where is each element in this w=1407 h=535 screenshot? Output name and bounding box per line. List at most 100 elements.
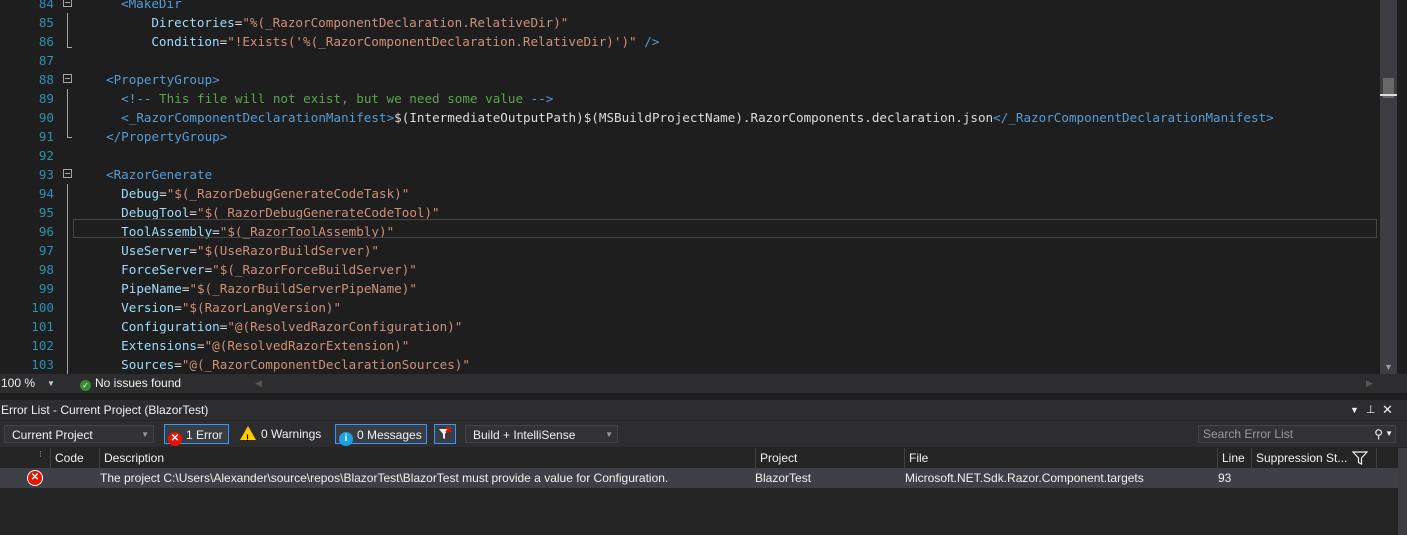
code-line[interactable]: 101 Configuration="@(ResolvedRazorConfig… xyxy=(0,317,1380,336)
collapse-toggle-icon[interactable] xyxy=(63,169,72,178)
column-filter-icon[interactable] xyxy=(1352,451,1368,465)
zoom-dropdown[interactable]: 100 % ▼ xyxy=(0,374,58,393)
code-token: = xyxy=(159,186,167,201)
sort-indicator-icon: ⁝ xyxy=(39,449,42,459)
code-line[interactable]: 102 Extensions="@(ResolvedRazorExtension… xyxy=(0,336,1380,355)
line-number: 95 xyxy=(38,205,54,220)
code-token: MakeDir xyxy=(128,0,182,11)
code-line[interactable]: 100 Version="$(RazorLangVersion)" xyxy=(0,298,1380,317)
pin-icon[interactable]: ⊥ xyxy=(1366,400,1376,420)
search-icon[interactable]: ⚲ xyxy=(1374,426,1383,442)
code-line[interactable]: 84 <MakeDir xyxy=(0,0,1380,13)
column-header-suppression-state[interactable]: Suppression St... xyxy=(1251,448,1376,468)
code-line[interactable]: 103 Sources="@(_RazorComponentDeclaratio… xyxy=(0,355,1380,374)
messages-toggle-button[interactable]: i 0 Messages xyxy=(335,424,427,446)
scroll-right-arrow-icon[interactable]: ▶ xyxy=(1366,374,1373,393)
column-header-code[interactable]: Code xyxy=(50,448,100,468)
code-token: "$(_RazorBuildServerPipeName)" xyxy=(189,281,417,296)
error-list-scrollbar[interactable] xyxy=(1398,448,1407,535)
current-line-highlight xyxy=(73,219,1377,238)
table-row[interactable]: The project C:\Users\Alexander\source\re… xyxy=(0,468,1398,488)
check-circle-icon: ✓ xyxy=(80,380,91,391)
column-label: Line xyxy=(1222,451,1245,465)
clear-filter-button[interactable] xyxy=(434,424,456,444)
line-number: 84 xyxy=(38,0,54,11)
line-number: 92 xyxy=(38,148,54,163)
line-number: 94 xyxy=(38,186,54,201)
line-number: 99 xyxy=(38,281,54,296)
code-line[interactable]: 85 Directories="%(_RazorComponentDeclara… xyxy=(0,13,1380,32)
search-placeholder: Search Error List xyxy=(1203,427,1294,441)
scope-value: Current Project xyxy=(12,428,93,442)
code-token: "$(_RazorForceBuildServer)" xyxy=(212,262,417,277)
line-number: 93 xyxy=(38,167,54,182)
code-line[interactable]: 94 Debug="$(_RazorDebugGenerateCodeTask)… xyxy=(0,184,1380,203)
scope-dropdown[interactable]: Current Project ▼ xyxy=(4,425,154,443)
code-text: <_RazorComponentDeclarationManifest>$(In… xyxy=(106,108,1274,127)
scroll-left-arrow-icon[interactable]: ◀ xyxy=(255,374,262,393)
code-editor[interactable]: 84 <MakeDir 85 Directories="%(_RazorCompon… xyxy=(0,0,1407,374)
collapse-toggle-icon[interactable] xyxy=(63,0,72,7)
warnings-toggle-button[interactable]: 0 Warnings xyxy=(237,424,329,448)
code-line[interactable]: 86 Condition="!Exists('%(_RazorComponent… xyxy=(0,32,1380,51)
code-line[interactable]: 91 </PropertyGroup> xyxy=(0,127,1380,146)
code-text: PipeName="$(_RazorBuildServerPipeName)" xyxy=(106,279,417,298)
close-icon[interactable]: ✕ xyxy=(1382,400,1393,420)
document-health-indicator[interactable]: ✓ No issues found xyxy=(80,374,181,393)
code-line[interactable]: 93 <RazorGenerate xyxy=(0,165,1380,184)
code-line[interactable]: 90 <_RazorComponentDeclarationManifest>$… xyxy=(0,108,1380,127)
code-token: < xyxy=(121,110,129,125)
scroll-down-arrow-icon[interactable]: ▼ xyxy=(1384,362,1393,372)
code-token: "!Exists('%(_RazorComponentDeclaration.R… xyxy=(227,34,637,49)
code-token: This file will not exist, but we need so… xyxy=(151,91,531,106)
code-text: ForceServer="$(_RazorForceBuildServer)" xyxy=(106,260,417,279)
errors-toggle-button[interactable]: ✕ 1 Error xyxy=(164,424,229,446)
health-label: No issues found xyxy=(95,376,182,390)
column-header-description[interactable]: Description xyxy=(99,448,755,468)
code-line[interactable]: 89 <!-- This file will not exist, but we… xyxy=(0,89,1380,108)
column-label: Description xyxy=(104,451,165,465)
window-position-dropdown-icon[interactable]: ▼ xyxy=(1350,400,1359,420)
code-line[interactable]: 92 xyxy=(0,146,1380,165)
chevron-down-icon: ▼ xyxy=(141,430,149,439)
collapse-toggle-icon[interactable] xyxy=(63,74,72,83)
code-token: "@(_RazorComponentDeclarationSources)" xyxy=(181,357,470,372)
row-line: 93 xyxy=(1218,471,1232,485)
code-text: <!-- This file will not exist, but we ne… xyxy=(106,89,553,108)
column-header-line[interactable]: Line xyxy=(1217,448,1252,468)
editor-status-bar: 100 % ▼ ✓ No issues found ◀ ▶ xyxy=(0,374,1407,393)
editor-vertical-scrollbar[interactable] xyxy=(1380,0,1397,374)
code-token: Version xyxy=(121,300,175,315)
code-token: Sources xyxy=(121,357,175,372)
code-line[interactable]: 99 PipeName="$(_RazorBuildServerPipeName… xyxy=(0,279,1380,298)
code-token: PropertyGroup xyxy=(121,129,220,144)
chevron-down-icon[interactable]: ▼ xyxy=(1385,426,1393,442)
code-line[interactable]: 97 UseServer="$(UseRazorBuildServer)" xyxy=(0,241,1380,260)
errors-count-label: 1 Error xyxy=(186,428,223,442)
code-token: > xyxy=(212,72,220,87)
fold-guide xyxy=(67,89,68,137)
severity-column-header[interactable]: ⁝ xyxy=(27,448,51,468)
search-error-list-input[interactable]: Search Error List ⚲ ▼ xyxy=(1198,425,1396,443)
code-line[interactable]: 98 ForceServer="$(_RazorForceBuildServer… xyxy=(0,260,1380,279)
code-token: "$(_RazorDebugGenerateCodeTask)" xyxy=(166,186,410,201)
build-source-dropdown[interactable]: Build + IntelliSense ▼ xyxy=(465,425,618,443)
code-token: Condition xyxy=(151,34,220,49)
line-number: 89 xyxy=(38,91,54,106)
fold-guide xyxy=(67,13,68,47)
code-text: Configuration="@(ResolvedRazorConfigurat… xyxy=(106,317,462,336)
column-header-project[interactable]: Project xyxy=(755,448,905,468)
code-token: PropertyGroup xyxy=(113,72,213,87)
code-text: UseServer="$(UseRazorBuildServer)" xyxy=(106,241,379,260)
row-file: Microsoft.NET.Sdk.Razor.Component.target… xyxy=(905,471,1144,485)
code-line[interactable]: 88 <PropertyGroup> xyxy=(0,70,1380,89)
code-token: < xyxy=(106,72,114,87)
column-label: Suppression St... xyxy=(1256,451,1348,465)
line-number: 91 xyxy=(38,129,54,144)
column-header-file[interactable]: File xyxy=(904,448,1217,468)
code-line[interactable]: 87 xyxy=(0,51,1380,70)
code-token: "$(_RazorDebugGenerateCodeTool)" xyxy=(197,205,440,220)
